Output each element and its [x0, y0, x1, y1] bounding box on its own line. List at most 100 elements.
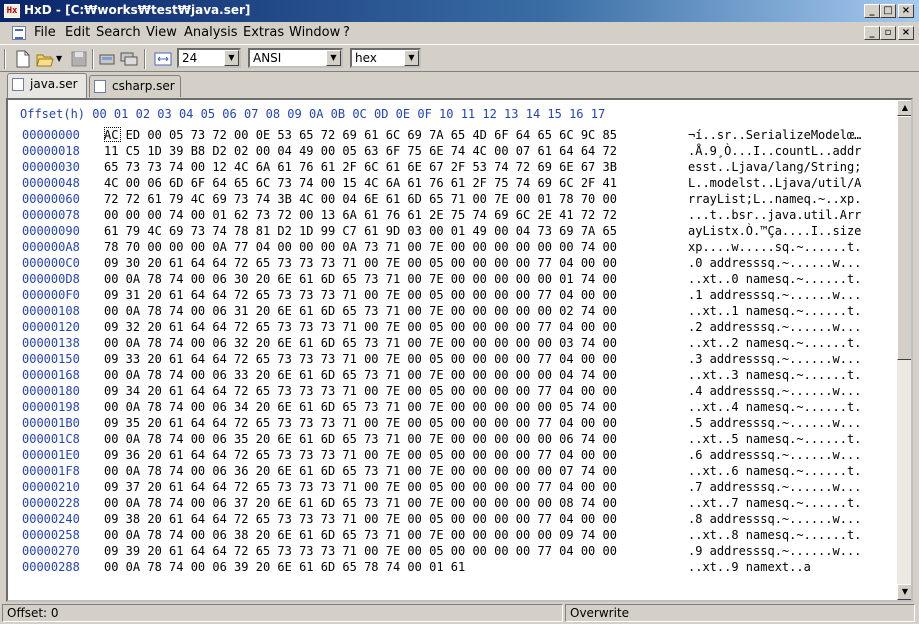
tab-label: csharp.ser	[112, 79, 175, 93]
row-text[interactable]: ..xt..9 namext..a	[688, 560, 811, 574]
offset-base-select[interactable]: hex ▼	[350, 48, 421, 68]
row-hex-bytes[interactable]: 00 0A 78 74 00 06 38 20 6E 61 6D 65 73 7…	[104, 528, 617, 542]
menu-edit[interactable]: Edit	[65, 25, 90, 40]
row-text[interactable]: .5 addresssq.~......w...	[688, 416, 861, 430]
row-hex-bytes[interactable]: 61 79 4C 69 73 74 78 81 D2 1D 99 C7 61 9…	[104, 224, 617, 238]
open-folder-icon[interactable]	[36, 50, 54, 68]
row-offset: 000000F0	[22, 288, 80, 302]
row-hex-bytes[interactable]: 00 0A 78 74 00 06 31 20 6E 61 6D 65 73 7…	[104, 304, 617, 318]
chevron-down-icon[interactable]: ▼	[224, 50, 239, 66]
menu-search[interactable]: Search	[96, 25, 141, 40]
maximize-button[interactable]: □	[880, 4, 896, 18]
row-text[interactable]: rrayList;L..nameq.~..xp.	[688, 192, 861, 206]
disk-icon[interactable]	[98, 50, 116, 68]
row-offset: 00000270	[22, 544, 80, 558]
menu-help[interactable]: ?	[343, 25, 350, 40]
row-text[interactable]: ..xt..4 namesq.~......t.	[688, 400, 861, 414]
row-text[interactable]: .1 addresssq.~......w...	[688, 288, 861, 302]
row-text[interactable]: .9 addresssq.~......w...	[688, 544, 861, 558]
new-file-icon[interactable]	[14, 50, 32, 68]
row-text[interactable]: ..xt..8 namesq.~......t.	[688, 528, 861, 542]
row-text[interactable]: .Å.9¸Ò...I..countL..addr	[688, 144, 861, 158]
row-text[interactable]: xp....w.....sq.~......t.	[688, 240, 861, 254]
row-text[interactable]: .4 addresssq.~......w...	[688, 384, 861, 398]
row-hex-bytes[interactable]: 00 0A 78 74 00 06 33 20 6E 61 6D 65 73 7…	[104, 368, 617, 382]
row-hex-bytes[interactable]: 00 0A 78 74 00 06 35 20 6E 61 6D 65 73 7…	[104, 432, 617, 446]
hex-editor[interactable]: Offset(h) 00 01 02 03 04 05 06 07 08 09 …	[6, 98, 913, 602]
row-text[interactable]: .0 addresssq.~......w...	[688, 256, 861, 270]
chevron-down-icon[interactable]: ▼	[326, 50, 341, 66]
minimize-button[interactable]: _	[864, 4, 880, 18]
row-text[interactable]: .6 addresssq.~......w...	[688, 448, 861, 462]
row-text[interactable]: ...t..bsr..java.util.Arr	[688, 208, 861, 222]
row-offset: 00000258	[22, 528, 80, 542]
row-hex-bytes[interactable]: 00 0A 78 74 00 06 32 20 6E 61 6D 65 73 7…	[104, 336, 617, 350]
document-icon[interactable]	[12, 26, 26, 40]
row-text[interactable]: .7 addresssq.~......w...	[688, 480, 861, 494]
row-text[interactable]: ..xt..7 namesq.~......t.	[688, 496, 861, 510]
close-button[interactable]: ×	[898, 4, 914, 18]
row-hex-bytes[interactable]: AC ED 00 05 73 72 00 0E 53 65 72 69 61 6…	[104, 128, 617, 142]
row-hex-bytes[interactable]: 09 36 20 61 64 64 72 65 73 73 73 71 00 7…	[104, 448, 617, 462]
menu-extras[interactable]: Extras	[243, 25, 284, 40]
row-text[interactable]: .8 addresssq.~......w...	[688, 512, 861, 526]
row-text[interactable]: ayListx.Ò.™Ça....I..size	[688, 224, 861, 238]
scroll-up-button[interactable]: ▲	[897, 100, 911, 116]
row-hex-bytes[interactable]: 09 37 20 61 64 64 72 65 73 73 73 71 00 7…	[104, 480, 617, 494]
mdi-restore-button[interactable]: ▫	[880, 26, 896, 40]
row-hex-bytes[interactable]: 09 33 20 61 64 64 72 65 73 73 73 71 00 7…	[104, 352, 617, 366]
multi-disk-icon[interactable]	[120, 50, 138, 68]
row-text[interactable]: ..xt..3 namesq.~......t.	[688, 368, 861, 382]
row-hex-bytes[interactable]: 09 35 20 61 64 64 72 65 73 73 73 71 00 7…	[104, 416, 617, 430]
row-hex-bytes[interactable]: 00 0A 78 74 00 06 36 20 6E 61 6D 65 73 7…	[104, 464, 617, 478]
row-hex-bytes[interactable]: 00 00 00 74 00 01 62 73 72 00 13 6A 61 7…	[104, 208, 617, 222]
caret	[104, 127, 121, 142]
row-text[interactable]: .3 addresssq.~......w...	[688, 352, 861, 366]
row-text[interactable]: ..xt..6 namesq.~......t.	[688, 464, 861, 478]
row-hex-bytes[interactable]: 09 32 20 61 64 64 72 65 73 73 73 71 00 7…	[104, 320, 617, 334]
row-hex-bytes[interactable]: 09 34 20 61 64 64 72 65 73 73 73 71 00 7…	[104, 384, 617, 398]
save-disk-icon[interactable]	[70, 50, 88, 68]
row-hex-bytes[interactable]: 78 70 00 00 00 0A 77 04 00 00 00 0A 73 7…	[104, 240, 617, 254]
mdi-minimize-button[interactable]: _	[864, 26, 880, 40]
charset-value: ANSI	[253, 51, 282, 65]
row-text[interactable]: esst..Ljava/lang/String;	[688, 160, 861, 174]
scroll-down-button[interactable]: ▼	[897, 584, 911, 600]
row-hex-bytes[interactable]: 09 39 20 61 64 64 72 65 73 73 73 71 00 7…	[104, 544, 617, 558]
row-text[interactable]: ..xt..2 namesq.~......t.	[688, 336, 861, 350]
row-hex-bytes[interactable]: 09 38 20 61 64 64 72 65 73 73 73 71 00 7…	[104, 512, 617, 526]
row-offset: 000001E0	[22, 448, 80, 462]
row-hex-bytes[interactable]: 11 C5 1D 39 B8 D2 02 00 04 49 00 05 63 6…	[104, 144, 617, 158]
vertical-scrollbar[interactable]: ▲ ▼	[897, 100, 911, 600]
hxd-app-icon[interactable]: Hx	[4, 4, 20, 18]
window-title: HxD - [C:₩works₩test₩java.ser]	[24, 3, 251, 17]
row-hex-bytes[interactable]: 72 72 61 79 4C 69 73 74 3B 4C 00 04 6E 6…	[104, 192, 617, 206]
tab-csharp-ser[interactable]: csharp.ser	[89, 75, 181, 97]
mdi-close-button[interactable]: ×	[898, 26, 914, 40]
row-hex-bytes[interactable]: 00 0A 78 74 00 06 39 20 6E 61 6D 65 78 7…	[104, 560, 465, 574]
menu-file[interactable]: File	[34, 25, 56, 40]
row-text[interactable]: ¬í..sr..SerializeModelœ…	[688, 128, 861, 142]
row-hex-bytes[interactable]: 65 73 73 74 00 12 4C 6A 61 76 61 2F 6C 6…	[104, 160, 617, 174]
row-text[interactable]: .2 addresssq.~......w...	[688, 320, 861, 334]
menu-analysis[interactable]: Analysis	[184, 25, 238, 40]
menu-view[interactable]: View	[146, 25, 177, 40]
row-text[interactable]: ..xt..0 namesq.~......t.	[688, 272, 861, 286]
row-hex-bytes[interactable]: 09 30 20 61 64 64 72 65 73 73 73 71 00 7…	[104, 256, 617, 270]
row-offset: 000000D8	[22, 272, 80, 286]
row-text[interactable]: ..xt..5 namesq.~......t.	[688, 432, 861, 446]
row-hex-bytes[interactable]: 00 0A 78 74 00 06 34 20 6E 61 6D 65 73 7…	[104, 400, 617, 414]
open-dropdown-icon[interactable]: ▼	[56, 50, 64, 68]
chevron-down-icon[interactable]: ▼	[404, 50, 419, 66]
menu-window[interactable]: Window	[289, 25, 340, 40]
row-hex-bytes[interactable]: 00 0A 78 74 00 06 30 20 6E 61 6D 65 73 7…	[104, 272, 617, 286]
row-text[interactable]: ..xt..1 namesq.~......t.	[688, 304, 861, 318]
charset-select[interactable]: ANSI ▼	[248, 48, 343, 68]
scrollbar-thumb[interactable]	[897, 116, 911, 360]
row-text[interactable]: L..modelst..Ljava/util/A	[688, 176, 861, 190]
bytes-per-row-select[interactable]: 24 ▼	[177, 48, 241, 68]
row-hex-bytes[interactable]: 4C 00 06 6D 6F 64 65 6C 73 74 00 15 4C 6…	[104, 176, 617, 190]
row-hex-bytes[interactable]: 00 0A 78 74 00 06 37 20 6E 61 6D 65 73 7…	[104, 496, 617, 510]
tab-java-ser[interactable]: java.ser	[7, 73, 87, 98]
row-hex-bytes[interactable]: 09 31 20 61 64 64 72 65 73 73 73 71 00 7…	[104, 288, 617, 302]
